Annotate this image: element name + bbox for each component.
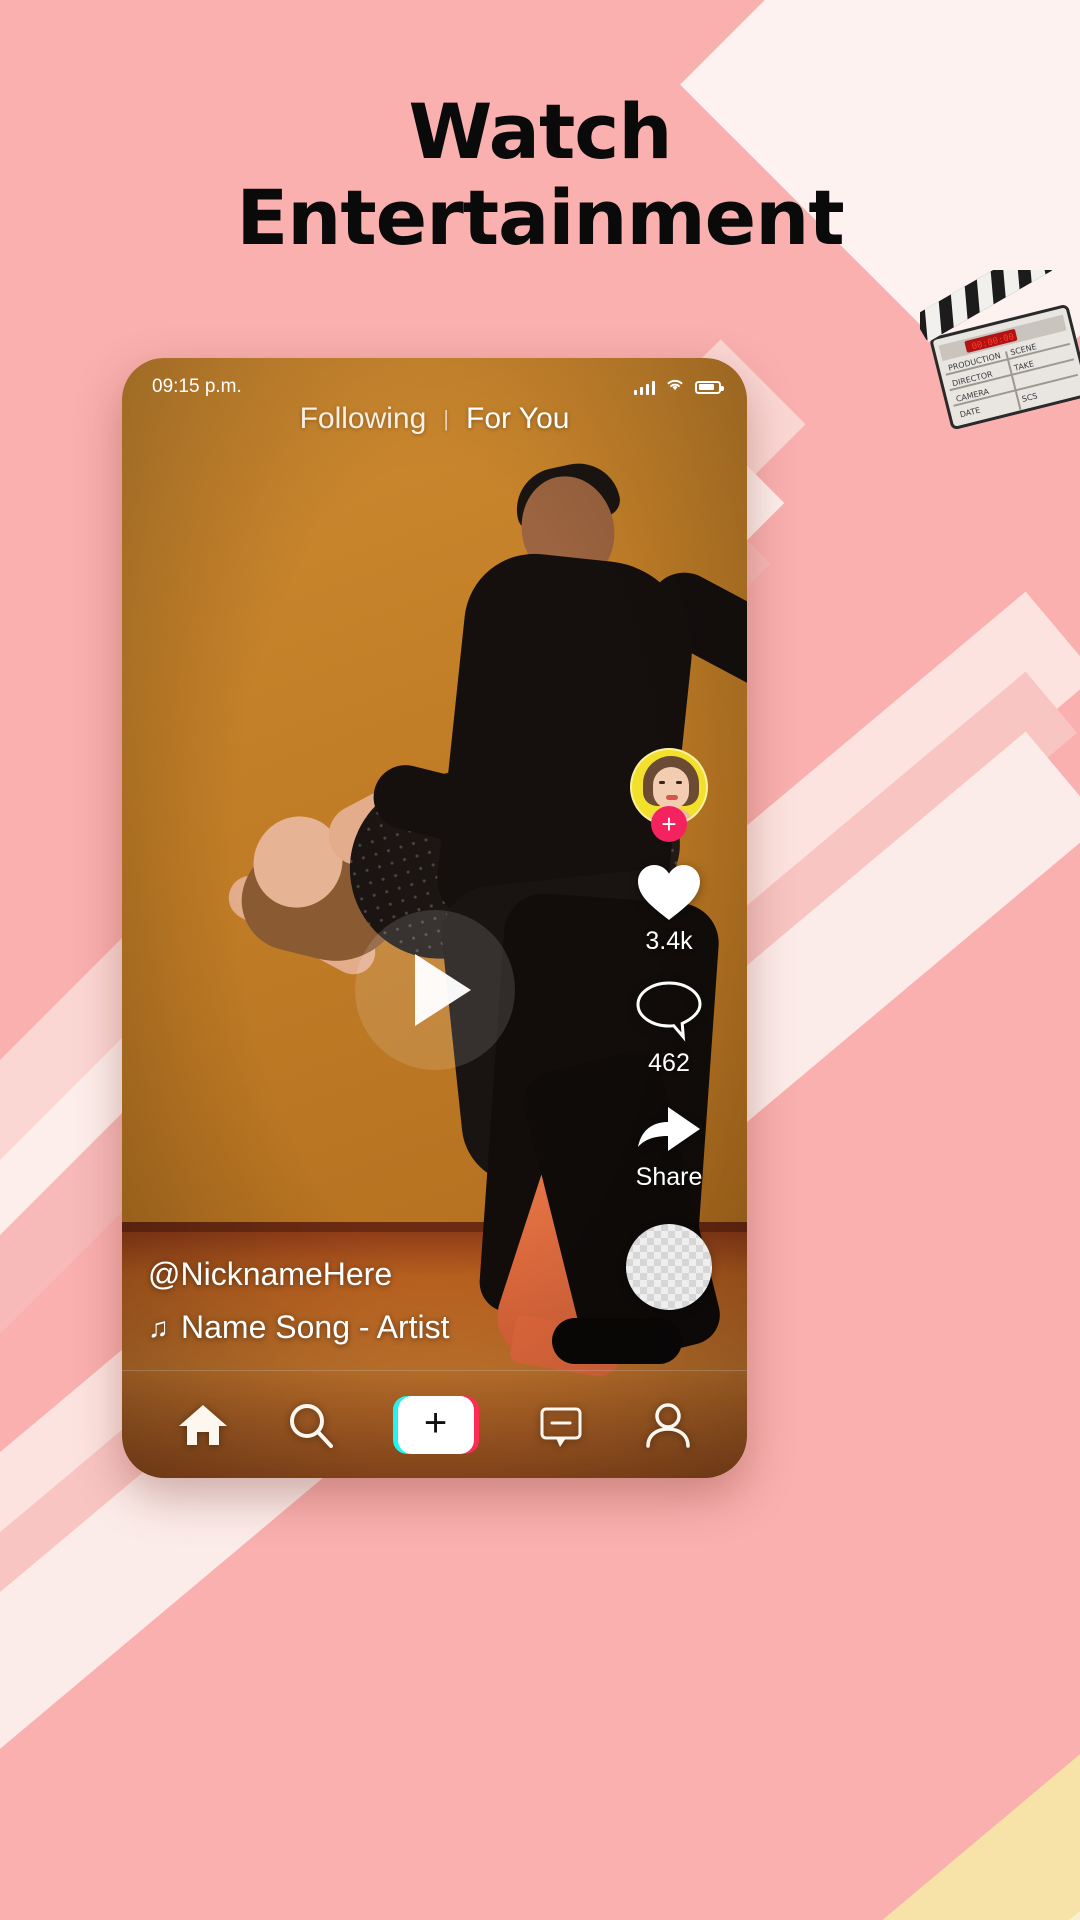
phone-screen: 09:15 p.m. Following | For You + 3.4k 46… <box>122 358 747 1478</box>
nav-home-button[interactable] <box>177 1401 229 1449</box>
headline-line-2: Entertainment <box>236 173 844 263</box>
avatar-lips <box>666 795 678 800</box>
song-title: Name Song - Artist <box>181 1309 450 1345</box>
action-rail: + 3.4k 462 Share <box>613 748 725 1310</box>
tab-following[interactable]: Following <box>300 402 427 436</box>
comment-action[interactable]: 462 <box>634 978 704 1078</box>
like-action[interactable]: 3.4k <box>634 860 704 956</box>
wifi-icon <box>664 376 686 398</box>
creator-nickname[interactable]: @NicknameHere <box>148 1256 450 1293</box>
create-plus-glyph: + <box>423 1400 448 1445</box>
avatar-eye-right <box>676 781 682 784</box>
create-plus-icon: + <box>397 1395 474 1454</box>
heart-icon <box>634 860 704 922</box>
comment-count: 462 <box>648 1049 690 1077</box>
bottom-nav: + <box>122 1370 747 1478</box>
play-button[interactable] <box>354 910 515 1070</box>
avatar-eye-left <box>659 781 665 784</box>
tab-divider: | <box>443 406 450 431</box>
nav-create-button[interactable]: + <box>392 1395 479 1454</box>
music-note-icon: ♫ <box>148 1311 169 1343</box>
creator-avatar-wrapper[interactable]: + <box>630 748 708 842</box>
video-caption: @NicknameHere ♫ Name Song - Artist <box>148 1256 450 1346</box>
share-label: Share <box>635 1163 703 1191</box>
nav-inbox-button[interactable] <box>536 1400 586 1450</box>
page-title: Watch Entertainment <box>0 94 1080 263</box>
phone-mockup: 09:15 p.m. Following | For You + 3.4k 46… <box>122 358 747 1478</box>
like-count: 3.4k <box>645 927 693 955</box>
signal-bars-icon <box>633 380 655 395</box>
nav-profile-button[interactable] <box>643 1400 693 1450</box>
headline-line-1: Watch <box>408 87 673 176</box>
clapperboard-icon: 00:00:00 PRODUCTION SCENE DIRECTOR TAKE … <box>914 243 1080 430</box>
tab-for-you[interactable]: For You <box>466 402 569 436</box>
follow-button[interactable]: + <box>651 806 687 842</box>
feed-tabs: Following | For You <box>122 402 747 436</box>
music-disc-icon[interactable] <box>626 1224 712 1310</box>
share-action[interactable]: Share <box>633 1100 705 1192</box>
battery-icon <box>695 380 724 394</box>
share-arrow-icon <box>633 1100 705 1158</box>
diagonal-stripe-yellow <box>702 1736 1080 1920</box>
comment-bubble-icon <box>634 978 704 1044</box>
status-bar: 09:15 p.m. <box>122 358 747 404</box>
nav-search-button[interactable] <box>286 1400 336 1450</box>
play-icon <box>414 954 471 1026</box>
avatar-face <box>653 767 689 809</box>
status-icons <box>633 376 724 398</box>
song-row[interactable]: ♫ Name Song - Artist <box>148 1309 450 1346</box>
status-time: 09:15 p.m. <box>152 376 242 397</box>
